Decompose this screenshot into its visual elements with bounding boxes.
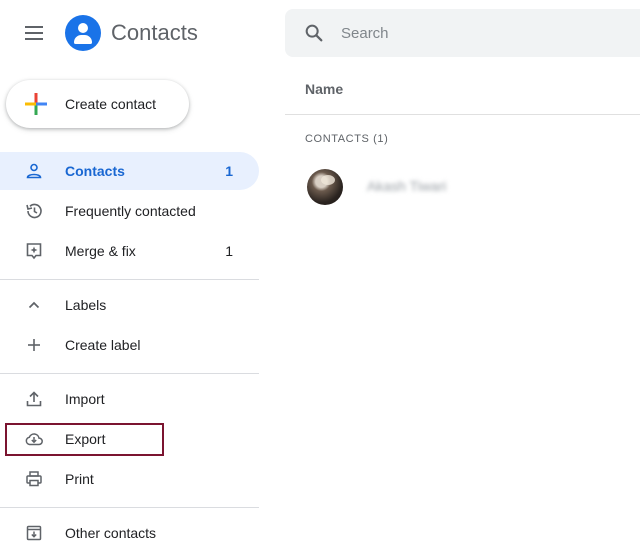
menu-icon-bar bbox=[25, 38, 43, 40]
sidebar-item-label: Merge & fix bbox=[65, 243, 136, 259]
chevron-up-icon bbox=[28, 301, 40, 309]
upload-icon bbox=[26, 391, 42, 407]
printer-icon bbox=[26, 471, 42, 487]
sidebar-item-labels[interactable]: Labels bbox=[0, 286, 259, 324]
merge-fix-icon bbox=[26, 243, 42, 260]
app-header: Contacts bbox=[0, 0, 270, 68]
cloud-download-icon bbox=[25, 433, 43, 446]
search-bar bbox=[285, 9, 640, 57]
sidebar-item-merge-fix[interactable]: Merge & fix 1 bbox=[0, 232, 259, 270]
google-plus-icon bbox=[25, 93, 47, 115]
plus-icon bbox=[28, 339, 40, 351]
sidebar-item-create-label[interactable]: Create label bbox=[0, 326, 259, 364]
sidebar-item-frequently-contacted[interactable]: Frequently contacted bbox=[0, 192, 259, 230]
contact-name: Akash Tiwari bbox=[367, 178, 447, 194]
archive-download-icon bbox=[26, 525, 42, 541]
sidebar-item-contacts[interactable]: Contacts 1 bbox=[0, 152, 259, 190]
sidebar-item-import[interactable]: Import bbox=[0, 380, 259, 418]
table-row[interactable]: Akash Tiwari bbox=[285, 164, 640, 208]
history-icon bbox=[26, 203, 42, 219]
sidebar-item-print[interactable]: Print bbox=[0, 460, 259, 498]
sidebar-item-label: Contacts bbox=[65, 163, 125, 179]
column-header-name[interactable]: Name bbox=[305, 81, 343, 97]
contacts-logo-icon bbox=[65, 15, 101, 51]
search-icon[interactable] bbox=[303, 22, 325, 44]
sidebar-item-other-contacts[interactable]: Other contacts bbox=[0, 514, 259, 552]
sidebar-item-export[interactable]: Export bbox=[0, 420, 259, 458]
sidebar-item-label: Print bbox=[65, 471, 94, 487]
create-contact-label: Create contact bbox=[65, 96, 157, 112]
sidebar-item-label: Export bbox=[65, 431, 106, 447]
menu-icon bbox=[25, 26, 43, 28]
app-title: Contacts bbox=[111, 20, 198, 45]
create-contact-button[interactable]: Create contact bbox=[6, 80, 189, 128]
logo-head bbox=[78, 23, 88, 33]
avatar bbox=[307, 169, 343, 205]
section-title: CONTACTS (1) bbox=[305, 133, 389, 145]
contacts-count: 1 bbox=[225, 163, 233, 179]
person-icon bbox=[26, 163, 42, 179]
merge-fix-count: 1 bbox=[225, 243, 233, 259]
sidebar-item-label: Frequently contacted bbox=[65, 203, 196, 219]
menu-icon-bar bbox=[25, 32, 43, 34]
sidebar-divider bbox=[0, 279, 259, 280]
sidebar-divider bbox=[0, 373, 259, 374]
sidebar-item-label: Other contacts bbox=[65, 525, 157, 541]
sidebar-item-label: Create label bbox=[65, 337, 141, 353]
list-header: Name bbox=[285, 68, 640, 115]
sidebar-item-label: Import bbox=[65, 391, 105, 407]
sidebar-divider bbox=[0, 507, 259, 508]
sidebar-item-label: Labels bbox=[65, 297, 107, 313]
logo-body bbox=[74, 35, 92, 44]
main-menu-button[interactable] bbox=[22, 20, 48, 46]
search-input[interactable] bbox=[341, 19, 621, 47]
